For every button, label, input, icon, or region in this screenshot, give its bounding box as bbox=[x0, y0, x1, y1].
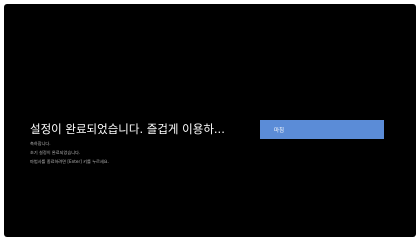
tv-screen: 설정이 완료되었습니다. 즐겁게 이용하... 축하합니다. 초기 설정이 완료… bbox=[4, 4, 416, 237]
message-block: 축하합니다. 초기 설정이 완료되었습니다. 마법사를 종료하려면 [Enter… bbox=[30, 139, 109, 166]
finish-button[interactable]: 마침 bbox=[260, 120, 384, 139]
congrats-text: 축하합니다. bbox=[30, 141, 51, 146]
page-title: 설정이 완료되었습니다. 즐겁게 이용하... bbox=[30, 122, 225, 136]
exit-instruction-text: 마법사를 종료하려면 [Enter] 키를 누르세요. bbox=[30, 159, 109, 164]
setup-complete-text: 초기 설정이 완료되었습니다. bbox=[30, 150, 81, 155]
